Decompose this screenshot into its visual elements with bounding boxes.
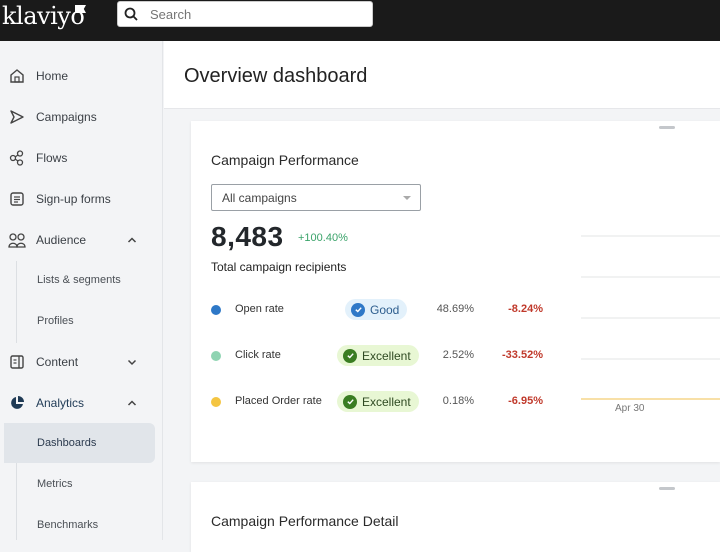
pie-chart-icon: [8, 394, 26, 412]
sidebar-subitem-lists-segments[interactable]: Lists & segments: [4, 260, 155, 300]
metric-row: Click rate Excellent 2.52% -33.52%: [211, 344, 551, 368]
series-color-dot: [211, 397, 221, 407]
metric-name: Open rate: [235, 303, 284, 315]
benchmark-badge: Excellent: [337, 391, 419, 412]
sidebar-subitem-label: Lists & segments: [37, 274, 121, 286]
benchmark-badge: Good: [345, 299, 408, 320]
sidebar-item-content[interactable]: Content: [0, 346, 163, 378]
sidebar-item-flows[interactable]: Flows: [0, 142, 163, 174]
sidebar-item-home[interactable]: Home: [0, 60, 163, 92]
check-circle-icon: [343, 394, 357, 409]
sidebar-item-label: Home: [36, 69, 69, 83]
metric-name: Click rate: [235, 349, 281, 361]
badge-label: Good: [370, 302, 400, 317]
metric-change: -33.52%: [502, 349, 543, 361]
metric-row: Placed Order rate Excellent 0.18% -6.95%: [211, 390, 551, 414]
chevron-up-icon[interactable]: [126, 234, 138, 246]
page-title: Overview dashboard: [184, 65, 368, 87]
campaign-performance-detail-card: Campaign Performance Detail: [191, 482, 720, 552]
check-circle-icon: [351, 302, 365, 317]
sidebar: Home Campaigns Flows Sign-up forms Audie…: [0, 41, 163, 540]
sidebar-subitem-label: Profiles: [37, 315, 74, 327]
sidebar-item-label: Analytics: [36, 396, 85, 410]
chevron-up-icon[interactable]: [126, 397, 138, 409]
metric-row: Open rate Good 48.69% -8.24%: [211, 298, 551, 322]
flows-icon: [8, 149, 26, 167]
home-icon: [8, 67, 26, 85]
search-icon: [124, 7, 146, 21]
sidebar-subitem-dashboards[interactable]: Dashboards: [4, 423, 155, 463]
sidebar-item-campaigns[interactable]: Campaigns: [0, 101, 163, 133]
sidebar-subitem-metrics[interactable]: Metrics: [4, 464, 155, 504]
search-input[interactable]: [150, 6, 350, 22]
total-recipients-delta: +100.40%: [298, 232, 348, 244]
total-recipients-value: 8,483: [211, 221, 284, 252]
page-header: Overview dashboard: [164, 41, 720, 109]
card-title: Campaign Performance Detail: [211, 513, 399, 529]
sidebar-subitem-label: Metrics: [37, 478, 73, 490]
metric-value: 0.18%: [442, 395, 474, 407]
sidebar-item-label: Content: [36, 355, 79, 369]
logo-flag-icon: [75, 5, 86, 13]
metric-value: 2.52%: [442, 349, 474, 361]
benchmark-badge: Excellent: [337, 345, 419, 366]
sidebar-subitem-benchmarks[interactable]: Benchmarks: [4, 505, 155, 545]
sidebar-item-sign-up-forms[interactable]: Sign-up forms: [0, 183, 163, 215]
metric-value: 48.69%: [436, 303, 474, 315]
dropdown-caret-icon: [403, 196, 411, 200]
sidebar-subitem-label: Dashboards: [37, 437, 97, 449]
series-color-dot: [211, 351, 221, 361]
badge-label: Excellent: [362, 394, 411, 409]
search-box[interactable]: [117, 1, 373, 27]
check-circle-icon: [343, 348, 357, 363]
sidebar-item-audience[interactable]: Audience: [0, 224, 163, 256]
klaviyo-logo[interactable]: klaviyo: [2, 2, 85, 30]
sidebar-item-label: Sign-up forms: [36, 192, 111, 206]
drag-handle[interactable]: [659, 487, 675, 490]
metric-name: Placed Order rate: [235, 395, 322, 407]
send-icon: [8, 108, 26, 126]
series-color-dot: [211, 305, 221, 315]
drag-handle[interactable]: [659, 126, 675, 129]
select-value: All campaigns: [222, 190, 297, 205]
x-tick-label: Apr 30: [615, 403, 645, 414]
total-recipients-label: Total campaign recipients: [211, 260, 347, 274]
content-icon: [8, 353, 26, 371]
form-icon: [8, 190, 26, 208]
badge-label: Excellent: [362, 348, 411, 363]
sidebar-item-label: Flows: [36, 151, 68, 165]
campaign-filter-select[interactable]: All campaigns: [211, 184, 421, 211]
sidebar-subitem-label: Benchmarks: [37, 519, 99, 531]
sidebar-item-analytics[interactable]: Analytics: [0, 387, 163, 419]
campaign-performance-card: Campaign Performance All campaigns 8,483…: [191, 121, 720, 462]
chevron-down-icon[interactable]: [126, 356, 138, 368]
people-icon: [8, 231, 26, 249]
top-bar: klaviyo: [0, 0, 720, 41]
metric-change: -6.95%: [508, 395, 543, 407]
card-title: Campaign Performance: [211, 152, 359, 168]
sidebar-item-label: Audience: [36, 233, 87, 247]
sidebar-subitem-profiles[interactable]: Profiles: [4, 301, 155, 341]
sidebar-item-label: Campaigns: [36, 110, 97, 124]
metric-change: -8.24%: [508, 303, 543, 315]
trend-chart: Apr 30: [581, 235, 720, 414]
